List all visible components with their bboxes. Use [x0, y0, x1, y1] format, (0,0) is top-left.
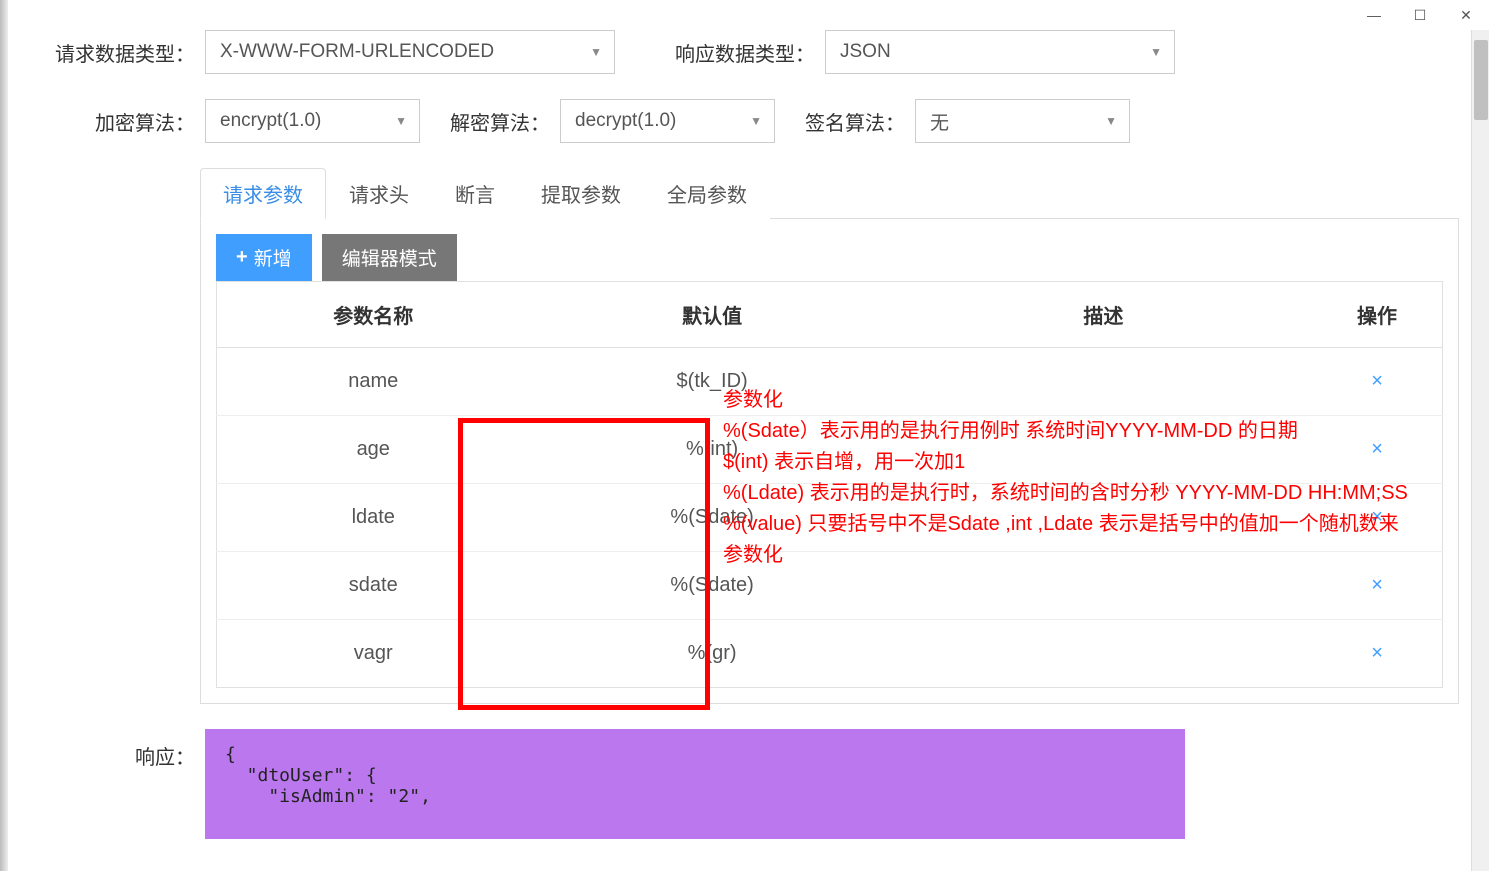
sign-value: 无 — [930, 108, 949, 135]
th-operation: 操作 — [1312, 282, 1442, 348]
cell-param-name[interactable]: age — [217, 416, 530, 484]
decrypt-value: decrypt(1.0) — [575, 110, 676, 132]
tab-request-headers[interactable]: 请求头 — [326, 168, 432, 219]
delete-icon[interactable]: × — [1371, 642, 1383, 664]
annotation-line: %(Sdate）表示用的是执行用例时 系统时间YYYY-MM-DD 的日期 — [723, 416, 1413, 447]
form-row-data-types: 请求数据类型： X-WWW-FORM-URLENCODED ▼ 响应数据类型： … — [30, 30, 1459, 74]
encrypt-select[interactable]: encrypt(1.0) ▼ — [205, 99, 420, 143]
cell-param-name[interactable]: vagr — [217, 620, 530, 688]
annotation-line: 参数化 — [723, 385, 1413, 416]
minimize-button[interactable]: — — [1351, 0, 1397, 30]
decrypt-label: 解密算法： — [450, 107, 550, 136]
chevron-down-icon: ▼ — [1150, 45, 1162, 59]
th-param-name: 参数名称 — [217, 282, 530, 348]
cell-param-name[interactable]: name — [217, 348, 530, 416]
request-type-label: 请求数据类型： — [30, 38, 195, 67]
response-section: 响应： { "dtoUser": { "isAdmin": "2", — [30, 729, 1459, 839]
request-type-select[interactable]: X-WWW-FORM-URLENCODED ▼ — [205, 30, 615, 74]
annotation-text: 参数化 %(Sdate）表示用的是执行用例时 系统时间YYYY-MM-DD 的日… — [723, 385, 1413, 571]
cell-param-name[interactable]: ldate — [217, 484, 530, 552]
tab-global-params[interactable]: 全局参数 — [644, 168, 770, 219]
chevron-down-icon: ▼ — [395, 114, 407, 128]
cell-operation: × — [1312, 620, 1442, 688]
close-button[interactable]: ✕ — [1443, 0, 1489, 30]
tabs-bar: 请求参数 请求头 断言 提取参数 全局参数 — [200, 168, 1459, 219]
request-type-value: X-WWW-FORM-URLENCODED — [220, 41, 494, 63]
delete-icon[interactable]: × — [1371, 574, 1383, 596]
add-button[interactable]: + 新增 — [216, 234, 312, 281]
tab-assertions[interactable]: 断言 — [432, 168, 518, 219]
sign-label: 签名算法： — [805, 107, 905, 136]
table-row: vagr%(gr) × — [217, 620, 1443, 688]
editor-mode-button[interactable]: 编辑器模式 — [322, 234, 457, 281]
decrypt-select[interactable]: decrypt(1.0) ▼ — [560, 99, 775, 143]
maximize-button[interactable]: ☐ — [1397, 0, 1443, 30]
response-type-label: 响应数据类型： — [675, 38, 815, 67]
chevron-down-icon: ▼ — [750, 114, 762, 128]
form-row-algorithms: 加密算法： encrypt(1.0) ▼ 解密算法： decrypt(1.0) … — [30, 99, 1459, 143]
chevron-down-icon: ▼ — [1105, 114, 1117, 128]
annotation-line: $(int) 表示自增，用一次加1 — [723, 447, 1413, 478]
response-type-select[interactable]: JSON ▼ — [825, 30, 1175, 74]
tab-extract-params[interactable]: 提取参数 — [518, 168, 644, 219]
encrypt-value: encrypt(1.0) — [220, 110, 321, 132]
plus-icon: + — [236, 246, 248, 269]
annotation-line: %(Ldate) 表示用的是执行时，系统时间的含时分秒 YYYY-MM-DD H… — [723, 478, 1413, 509]
response-type-value: JSON — [840, 41, 891, 63]
response-label: 响应： — [30, 729, 195, 770]
th-description: 描述 — [895, 282, 1312, 348]
chevron-down-icon: ▼ — [590, 45, 602, 59]
response-body[interactable]: { "dtoUser": { "isAdmin": "2", — [205, 729, 1185, 839]
cell-param-name[interactable]: sdate — [217, 552, 530, 620]
sign-select[interactable]: 无 ▼ — [915, 99, 1130, 143]
editor-mode-label: 编辑器模式 — [342, 244, 437, 271]
encrypt-label: 加密算法： — [30, 107, 195, 136]
cell-description[interactable] — [895, 620, 1312, 688]
cell-default-value[interactable]: %(gr) — [530, 620, 895, 688]
tab-request-params[interactable]: 请求参数 — [200, 168, 326, 219]
window-controls: — ☐ ✕ — [1351, 0, 1489, 30]
add-button-label: 新增 — [254, 244, 292, 271]
annotation-line: %(value) 只要括号中不是Sdate ,int ,Ldate 表示是括号中… — [723, 509, 1413, 571]
th-default-value: 默认值 — [530, 282, 895, 348]
